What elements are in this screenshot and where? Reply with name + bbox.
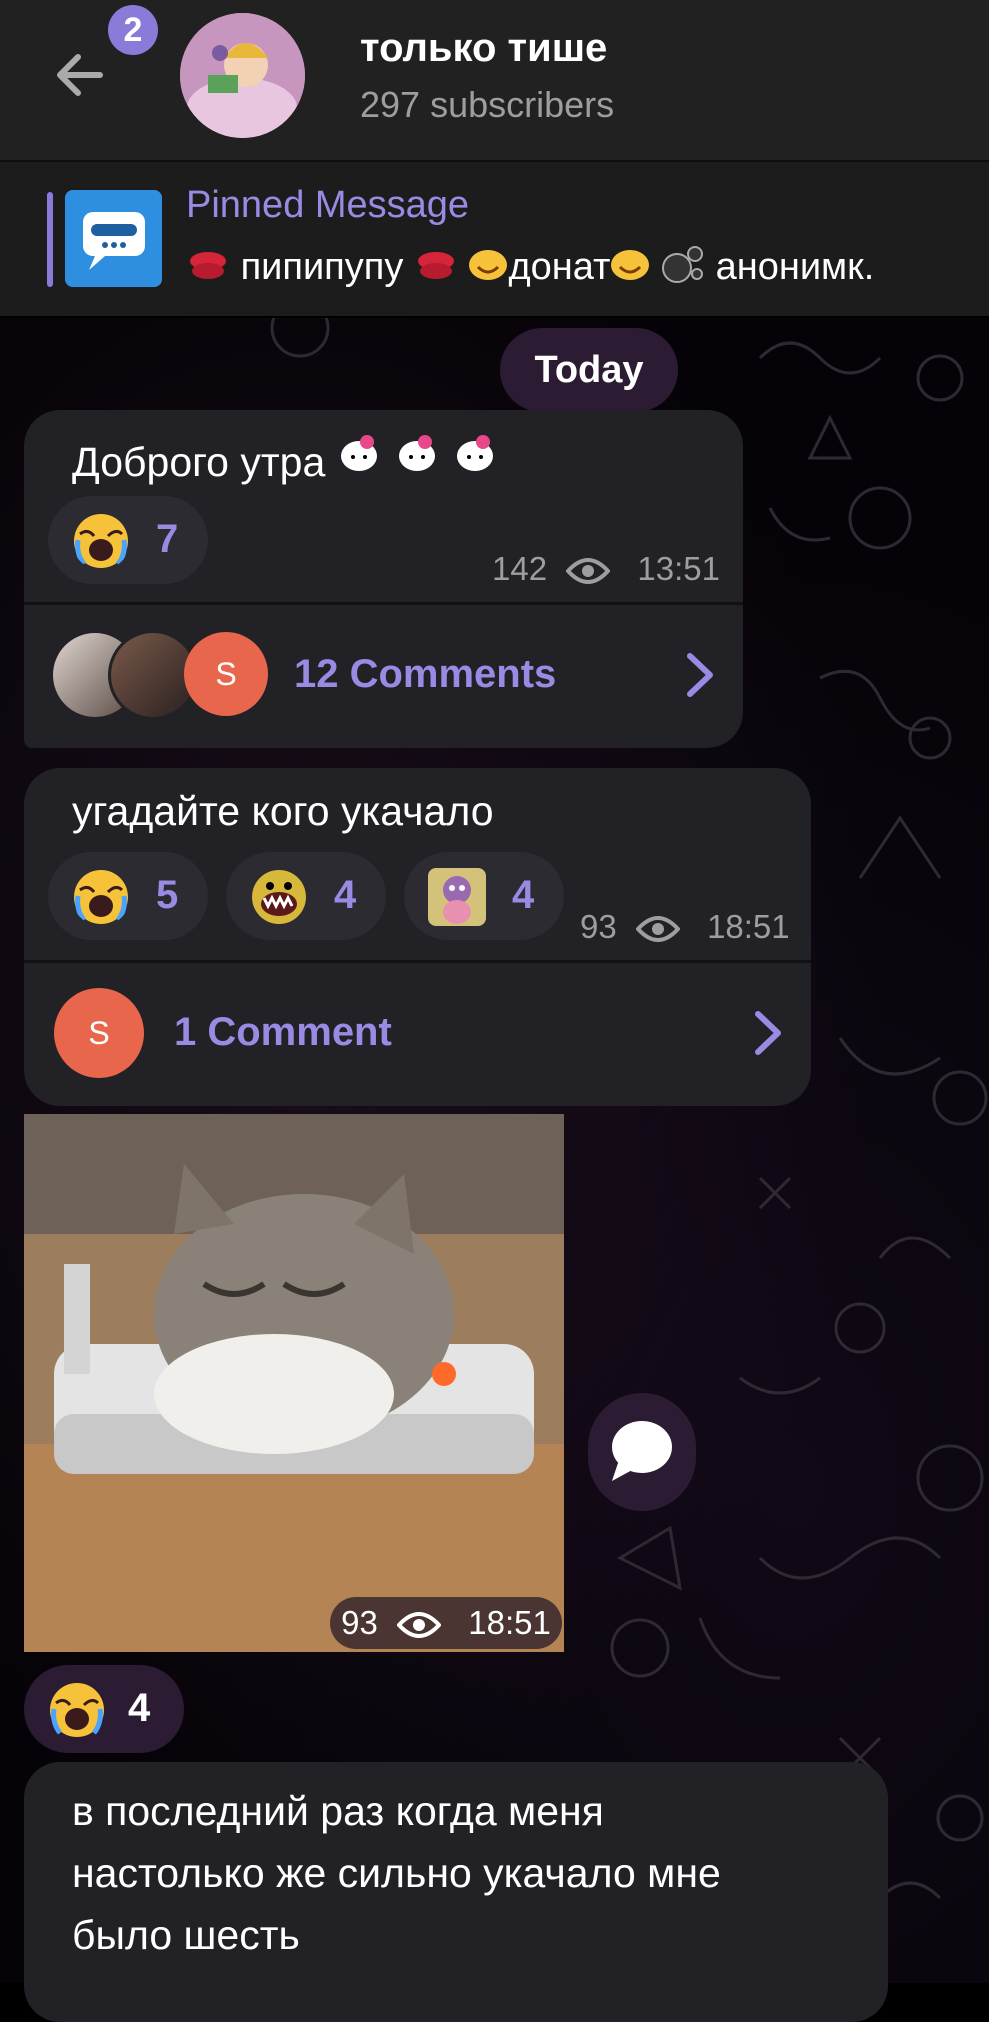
reaction-button[interactable]: 7: [48, 496, 208, 584]
comments-count: 1 Comment: [174, 1010, 392, 1054]
kitten-photo: [24, 1114, 564, 1652]
bubbles-icon: [661, 244, 705, 294]
message-time: 18:51: [707, 908, 790, 945]
message-text: в последний раз когда меня настолько же …: [72, 1780, 721, 1966]
reaction-count: 4: [512, 873, 535, 917]
anonymous-chat-icon: [65, 190, 162, 287]
pinned-label: Pinned Message: [186, 184, 470, 226]
chat-header: 2 только тише 297 subscribers: [0, 0, 989, 162]
monkey-sticker-icon: [428, 868, 486, 926]
hello-kitty-icon: [337, 435, 497, 485]
view-count: 93: [341, 1604, 378, 1641]
comments-count: 12 Comments: [294, 652, 557, 696]
message-line: в последний раз когда меня: [72, 1788, 604, 1834]
reaction-button[interactable]: 5: [48, 852, 208, 940]
commenter-avatar: S: [54, 988, 144, 1078]
message-bubble: Доброго утра 7 142 13:51 S 12 Comments: [24, 410, 743, 748]
subscriber-count: 297 subscribers: [360, 84, 615, 125]
photo-meta: 93 18:51: [330, 1597, 562, 1649]
view-count: 93: [580, 908, 617, 945]
message-meta: 142 13:51: [492, 550, 720, 588]
message-meta: 93 18:51: [580, 908, 790, 946]
message-text: Доброго утра: [72, 430, 497, 486]
reaction-button[interactable]: 4: [404, 852, 564, 940]
comments-row[interactable]: S 1 Comment: [24, 964, 811, 1106]
back-button[interactable]: [50, 45, 110, 105]
comments-row[interactable]: S 12 Comments: [24, 606, 743, 748]
crying-face-icon: [50, 1683, 104, 1737]
photo-message[interactable]: [24, 1114, 564, 1652]
pinned-thumbnail: [65, 190, 162, 287]
channel-avatar-image: [180, 13, 305, 138]
commenter-avatar: S: [184, 632, 268, 716]
crying-face-icon: [74, 514, 128, 568]
message-time: 13:51: [637, 550, 720, 587]
smiling-face-icon: [610, 248, 650, 291]
eye-icon: [397, 1612, 442, 1639]
crying-face-icon: [74, 870, 128, 924]
chevron-right-icon: [687, 653, 713, 697]
pinned-text-part-1: пипипупу: [240, 246, 404, 289]
reaction-count: 7: [156, 517, 179, 561]
reaction-count: 4: [128, 1686, 151, 1730]
eye-icon: [566, 558, 611, 585]
arrow-left-icon: [57, 54, 103, 96]
pinned-text-part-3: анонимк.: [715, 246, 875, 289]
message-line: настолько же сильно укачало мне: [72, 1850, 721, 1896]
message-bubble: угадайте кого укачало 5 4 4 93 18:51 S 1…: [24, 768, 811, 1106]
reaction-button[interactable]: 4: [24, 1665, 184, 1753]
view-count: 142: [492, 550, 548, 587]
channel-title[interactable]: только тише: [360, 26, 607, 71]
date-separator: Today: [500, 328, 678, 412]
pinned-text: пипипупу донат анонимк.: [186, 244, 874, 294]
eye-icon: [635, 916, 680, 943]
message-time: 18:51: [468, 1604, 551, 1641]
message-text: угадайте кого укачало: [72, 788, 494, 834]
comment-button[interactable]: [588, 1393, 696, 1511]
channel-avatar[interactable]: [180, 13, 305, 138]
pinned-text-part-2: донат: [508, 246, 611, 289]
reaction-button[interactable]: 4: [226, 852, 386, 940]
screaming-face-icon: [252, 870, 306, 924]
message-line: было шесть: [72, 1912, 300, 1958]
reaction-count: 4: [334, 873, 357, 917]
chevron-right-icon: [755, 1011, 781, 1055]
message-bubble: в последний раз когда меня настолько же …: [24, 1762, 888, 2022]
divider: [24, 602, 743, 605]
pinned-message-bar[interactable]: Pinned Message пипипупу донат анонимк.: [0, 162, 989, 316]
unread-badge: 2: [108, 5, 158, 55]
reaction-count: 5: [156, 873, 179, 917]
divider: [24, 960, 811, 963]
pinned-indicator: [47, 192, 53, 287]
smiling-face-icon: [468, 248, 508, 291]
kiss-icon: [186, 248, 230, 291]
kiss-icon: [414, 248, 458, 291]
comment-icon: [612, 1421, 672, 1481]
